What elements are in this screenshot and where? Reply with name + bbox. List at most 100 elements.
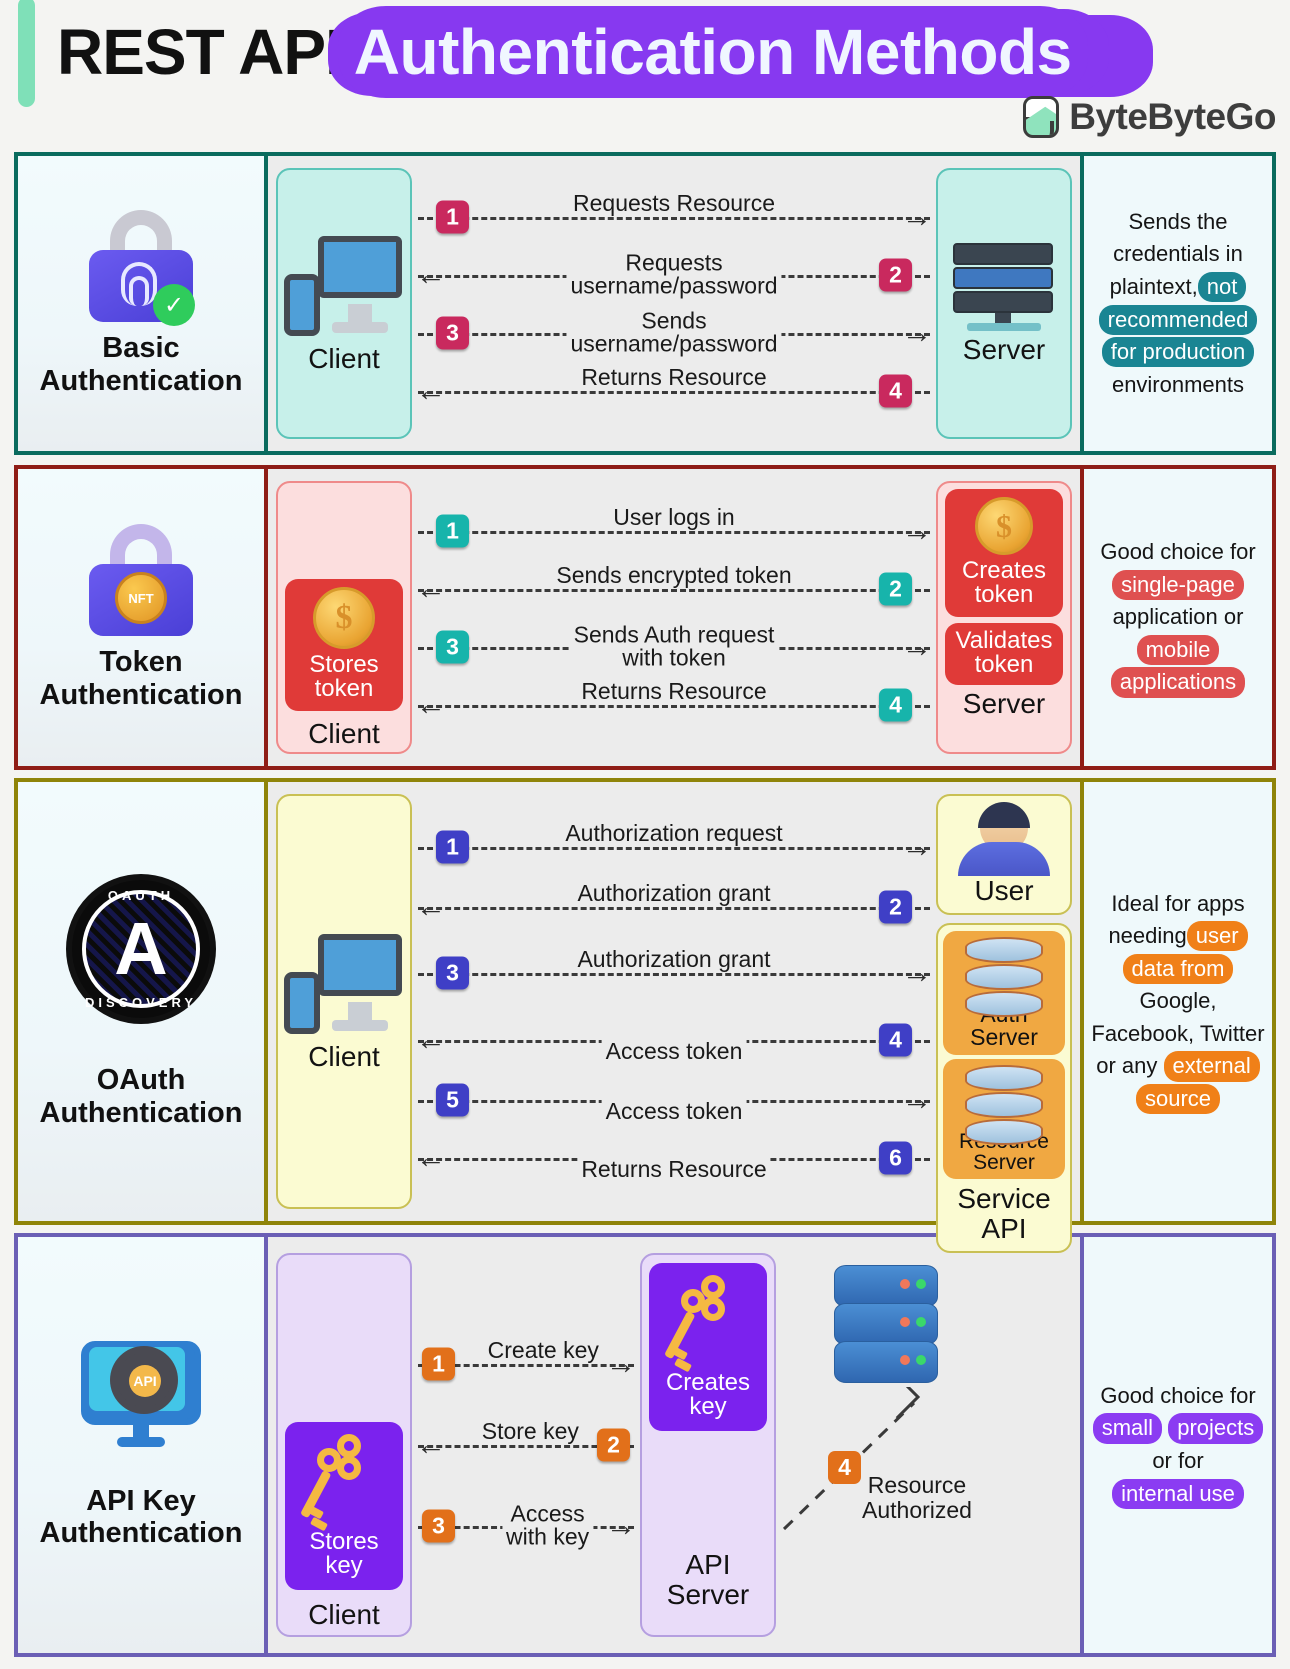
- node-client-oauth: Client: [276, 794, 412, 1209]
- user-avatar-icon: [958, 802, 1050, 876]
- desc-fragment: or for: [1152, 1448, 1204, 1473]
- arrow-left-icon: ←: [416, 258, 446, 291]
- api-gear-monitor-icon: API: [81, 1340, 201, 1451]
- server-label: Server: [962, 333, 1046, 365]
- step-badge: 3: [436, 316, 469, 349]
- step-label: Authorization grant: [573, 947, 775, 972]
- desc-fragment: Good choice for: [1100, 1382, 1256, 1408]
- oauth-right-nodes: User AuthServer ResourceServer: [936, 794, 1072, 1254]
- desc-token: Good choice for single-page application o…: [1080, 469, 1272, 766]
- arrow-right-icon: →: [606, 1347, 636, 1381]
- desc-highlight: recommended: [1098, 304, 1258, 335]
- label-basic-text: Basic Authentication: [39, 332, 243, 397]
- arrow-right-icon: →: [902, 630, 932, 663]
- step-label: Authorization grant: [573, 881, 775, 906]
- row-oauth-authentication: OAUTH A DISCOVERY OAuth Authentication Cl…: [14, 778, 1276, 1254]
- node-client-token: $ Stores token Client: [276, 481, 412, 754]
- label-apikey: API API Key Authentication: [18, 1237, 268, 1653]
- step-4-basic: 4 ← Returns Resource: [416, 362, 930, 420]
- lanes-basic: 1 → Requests Resource 2 ← Requests userna…: [412, 156, 936, 451]
- step-label: User logs in: [609, 505, 739, 530]
- node-client-apikey: Stores key Client: [276, 1253, 412, 1637]
- label-apikey-text: API Key Authentication: [39, 1484, 243, 1549]
- label-oauth: OAUTH A DISCOVERY OAuth Authentication: [18, 782, 268, 1221]
- step-badge: 1: [422, 1347, 455, 1381]
- label-oauth-text: OAuth Authentication: [39, 1064, 243, 1129]
- desc-highlight: for production: [1101, 337, 1255, 368]
- step-badge: 4: [879, 1023, 912, 1056]
- client-devices-icon: [284, 234, 404, 344]
- arrow-left-icon: ←: [416, 1428, 446, 1462]
- step-2-apikey: 2 ← Store key: [416, 1403, 634, 1487]
- step-label: Requests username/password: [566, 250, 782, 298]
- arrow-right-icon: →: [902, 1083, 932, 1116]
- step-label: Returns Resource: [577, 1157, 771, 1181]
- oauth-logo-letter: A: [114, 907, 168, 991]
- desc-apikey-text: Good choice for small projects or for int…: [1090, 1380, 1266, 1510]
- step-5-oauth: 5 → Access token: [418, 1071, 932, 1129]
- step-label: Returns Resource: [577, 365, 771, 390]
- client-devices-icon: [284, 932, 404, 1042]
- creates-token-label: Creates token: [961, 557, 1047, 608]
- step-1-oauth: 1 → Authorization request: [418, 817, 932, 877]
- step-4-token: 4 ← Returns Resource: [416, 676, 930, 734]
- arrow-left-icon: ←: [416, 890, 446, 923]
- step-4-oauth: 4 ← Access token: [416, 1009, 930, 1071]
- step-label: Sends encrypted token: [552, 563, 796, 588]
- step-badge: 4: [879, 374, 912, 407]
- step-3-basic: 3 → Sends username/password: [418, 304, 932, 362]
- step-6-oauth: 6 ← Returns Resource: [416, 1129, 930, 1187]
- step-label: Authorization request: [561, 821, 787, 846]
- arrow-left-icon: ←: [416, 1023, 446, 1056]
- step-3-oauth: 3 → Authorization grant: [418, 937, 932, 1009]
- desc-fragment: application or: [1112, 604, 1244, 630]
- step-label: Create key: [483, 1338, 603, 1363]
- server-label: Server: [962, 688, 1046, 719]
- arrow-right-icon: →: [902, 830, 932, 863]
- step-1-token: 1 → User logs in: [418, 502, 932, 560]
- key-icon: [664, 1275, 743, 1373]
- desc-highlight: applications: [1110, 667, 1246, 698]
- database-icon: [965, 937, 1043, 1018]
- node-server-basic: Server: [936, 168, 1072, 439]
- step-label: Access token: [601, 1099, 747, 1123]
- stores-token-card: $ Stores token: [285, 578, 403, 711]
- arrow-left-icon: ←: [416, 374, 446, 407]
- lanes-oauth: 1 → Authorization request 2 ← Authorizat…: [412, 782, 936, 1221]
- desc-oauth-text: Ideal for apps needing user data from Goo…: [1090, 888, 1266, 1116]
- key-icon: [300, 1433, 379, 1531]
- desc-highlight: data from: [1122, 953, 1234, 984]
- arrow-right-icon: →: [902, 200, 932, 233]
- flow-apikey: Stores key Client 1 → Create key 2 ← Stor…: [268, 1237, 1080, 1653]
- desc-token-text: Good choice for single-page application o…: [1090, 536, 1266, 699]
- brand-logo: ByteByteGo: [1023, 96, 1276, 138]
- page-title-highlight-wrap: Authentication Methods: [337, 4, 1088, 100]
- accent-bar: [18, 0, 35, 107]
- oauth-logo-top-text: OAUTH: [107, 888, 175, 904]
- api-server-label: API Server: [666, 1549, 750, 1610]
- arrow-left-icon: ←: [416, 572, 446, 605]
- flow-basic: Client 1 → Requests Resource 2 ← Request…: [268, 156, 1080, 451]
- node-server-token: $ Creates token Validates token Server: [936, 481, 1072, 754]
- user-label: User: [974, 875, 1034, 906]
- step-badge: 5: [436, 1083, 469, 1116]
- service-api-label: Service API: [957, 1183, 1051, 1244]
- arrow-right-icon: →: [606, 1509, 636, 1543]
- step-badge: 6: [879, 1141, 912, 1174]
- stores-key-card: Stores key: [285, 1421, 403, 1590]
- desc-highlight: single-page: [1112, 569, 1244, 600]
- step-3-token: 3 → Sends Auth request with token: [418, 618, 932, 676]
- label-token: NFT Token Authentication: [18, 469, 268, 766]
- row-token-authentication: NFT Token Authentication $ Stores token Cl…: [14, 465, 1276, 770]
- step-badge: 3: [422, 1509, 455, 1543]
- resource-authorized-label: Resource Authorized: [862, 1472, 972, 1524]
- desc-highlight: small: [1092, 1413, 1163, 1444]
- desc-apikey: Good choice for small projects or for int…: [1080, 1237, 1272, 1653]
- creates-key-card: Creates key: [649, 1263, 767, 1431]
- step-badge: 2: [597, 1428, 630, 1462]
- arrow-right-icon: →: [902, 316, 932, 349]
- title-row: REST API Authentication Methods: [12, 0, 1278, 107]
- step-label: Returns Resource: [577, 679, 771, 704]
- desc-basic: Sends the credentials in plaintext, not r…: [1080, 156, 1272, 451]
- padlock-nft-coin-icon: NFT: [87, 524, 195, 637]
